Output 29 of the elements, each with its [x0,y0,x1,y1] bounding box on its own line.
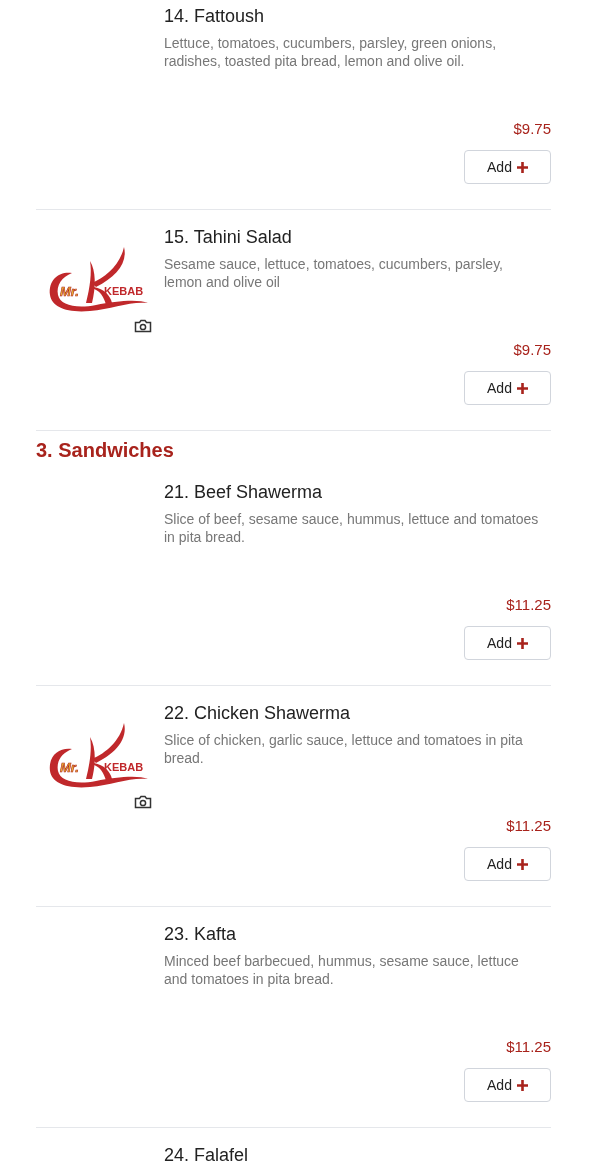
plus-icon [516,382,528,394]
plus-icon [516,161,528,173]
price: $11.25 [506,1037,551,1057]
dish-name: 24. Falafel [164,1145,250,1165]
add-button[interactable]: Add [464,371,551,405]
dish-name: 22. Chicken Shawerma [164,703,352,723]
plus-icon [516,858,528,870]
dish-name: 15. Tahini Salad [164,227,293,247]
camera-icon[interactable] [134,795,152,809]
price: $11.25 [506,816,551,836]
dish-name: 14. Fattoush [164,6,266,26]
camera-icon[interactable] [134,319,152,333]
dish-description: Slice of chicken, garlic sauce, lettuce and tomatoes in pita bread. [164,731,524,767]
price: $11.25 [506,595,551,615]
plus-icon [516,637,528,649]
plus-icon [516,1079,528,1091]
dish-name: 23. Kafta [164,924,238,944]
dish-description: Slice of beef, sesame sauce, hummus, lettuce and tomatoes in pita bread. [164,510,540,546]
add-button[interactable]: Add [464,150,551,184]
section-heading: 3. Sandwiches [36,438,175,463]
dish-name: 21. Beef Shawerma [164,482,324,502]
price: $9.75 [513,119,551,139]
dish-description: Sesame sauce, lettuce, tomatoes, cucumbers, parsley, lemon and olive oil [164,255,504,291]
dish-description: Lettuce, tomatoes, cucumbers, parsley, green onions, radishes, toasted pita bread, lemon and olive oil. [164,34,498,70]
price: $9.75 [513,340,551,360]
add-button[interactable]: Add [464,1068,551,1102]
add-button[interactable]: Add [464,847,551,881]
add-button[interactable]: Add [464,626,551,660]
dish-description: Minced beef barbecued, hummus, sesame sauce, lettuce and tomatoes in pita bread. [164,952,520,988]
